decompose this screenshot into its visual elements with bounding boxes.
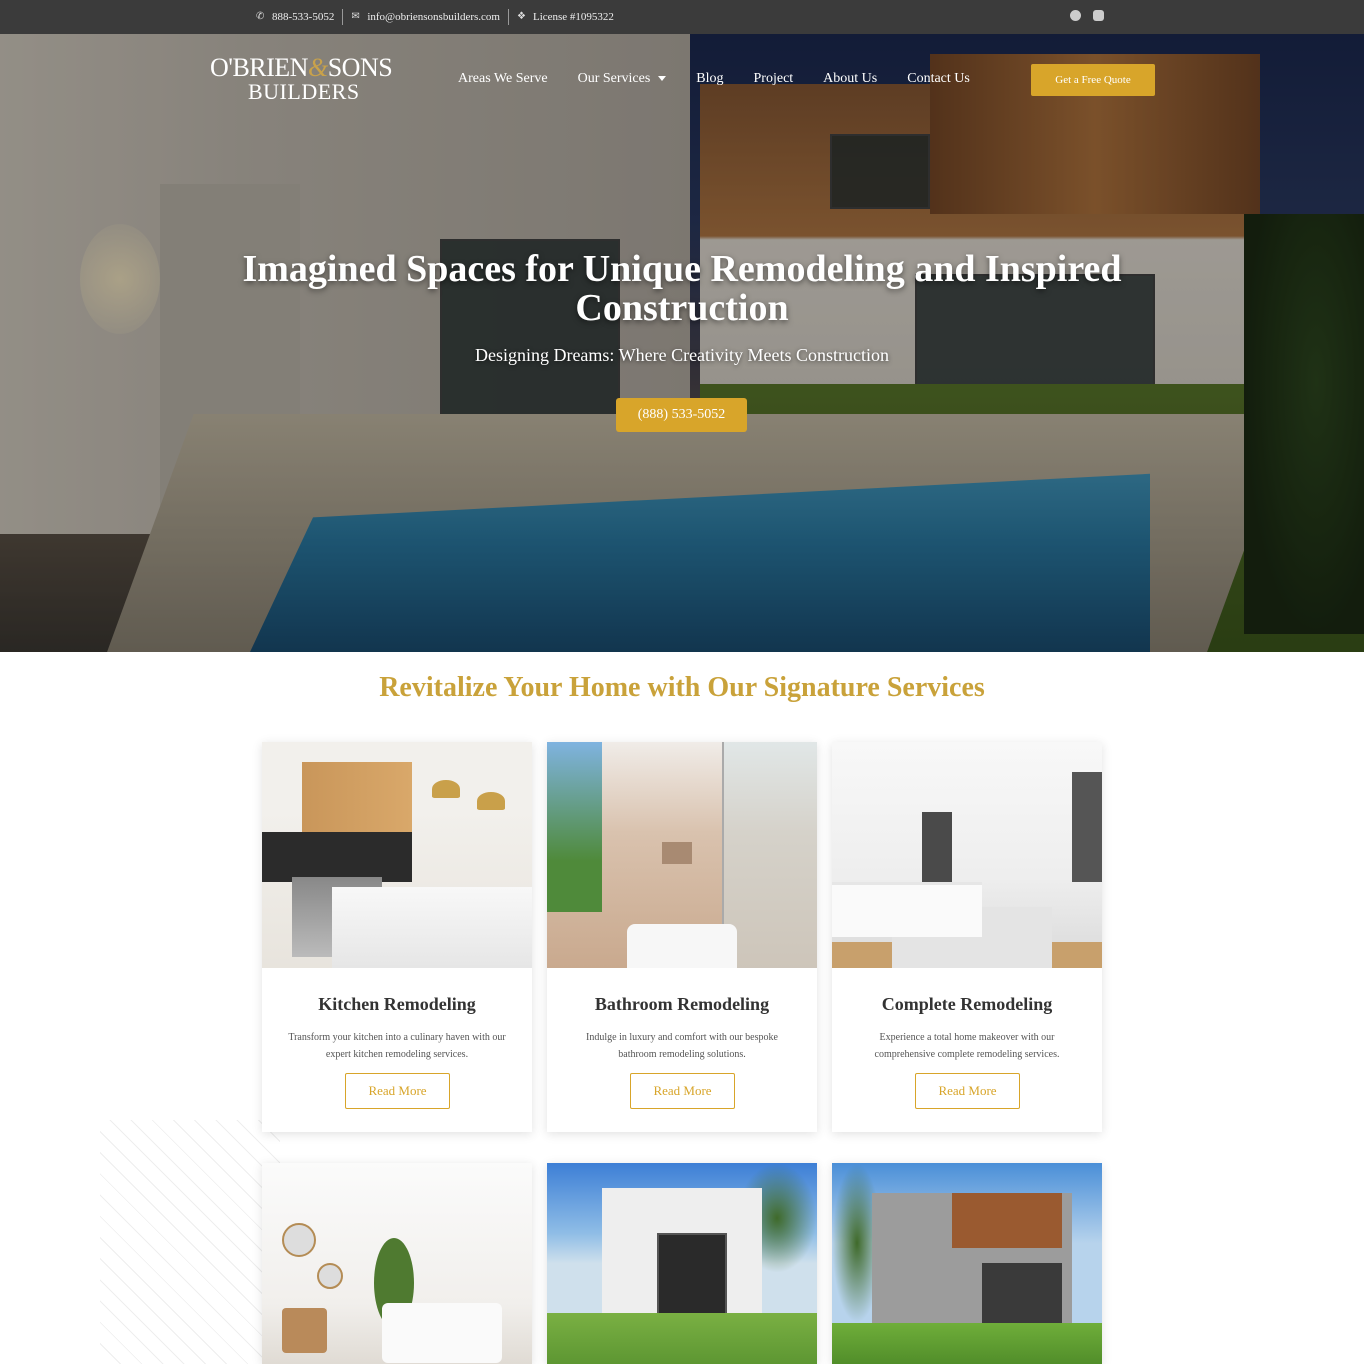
room-image-sofa bbox=[382, 1303, 502, 1363]
card-description: Indulge in luxury and comfort with our b… bbox=[586, 1032, 778, 1060]
room-image-mirror bbox=[317, 1263, 343, 1289]
divider bbox=[342, 9, 344, 25]
hero-phone-button[interactable]: (888) 533-5052 bbox=[616, 398, 747, 432]
logo-text-builders: BUILDERS bbox=[248, 79, 360, 104]
home-image-lawn bbox=[832, 1323, 1102, 1364]
kitchen-image-pendant-lamp bbox=[432, 780, 460, 798]
card-title: Kitchen Remodeling bbox=[318, 994, 476, 1014]
logo-line-1: O'BRIEN&SONS bbox=[210, 53, 393, 82]
logo-text-sons: SONS bbox=[327, 53, 393, 82]
social-links bbox=[1070, 10, 1104, 21]
license-text: License #1095322 bbox=[532, 11, 614, 23]
kitchen-image-backsplash bbox=[262, 832, 412, 882]
instagram-icon[interactable] bbox=[1093, 10, 1104, 21]
phone-icon: ✆ bbox=[256, 11, 265, 22]
card-title: Complete Remodeling bbox=[881, 994, 1053, 1014]
badge-icon: ❖ bbox=[516, 11, 526, 22]
phone-text: 888-533-5052 bbox=[272, 11, 335, 23]
logo-ampersand: & bbox=[307, 53, 328, 82]
bathroom-image-window bbox=[547, 742, 602, 912]
main-nav: Areas We Serve Our Services Blog Project… bbox=[458, 68, 970, 90]
home-exterior-image bbox=[832, 1163, 1102, 1364]
nav-areas-we-serve[interactable]: Areas We Serve bbox=[458, 71, 548, 87]
email-link[interactable]: ✉ info@obriensonsbuilders.com bbox=[351, 11, 500, 23]
service-card-kitchen: Kitchen Remodeling Transform your kitche… bbox=[262, 742, 532, 1132]
home-image-wood-panel bbox=[952, 1193, 1062, 1248]
living-image-fireplace-wall bbox=[1072, 772, 1102, 882]
card-description: Experience a total home makeover with ou… bbox=[874, 1032, 1060, 1060]
service-card bbox=[547, 1163, 817, 1364]
services-heading: Revitalize Your Home with Our Signature … bbox=[379, 672, 985, 703]
nav-project[interactable]: Project bbox=[754, 71, 794, 87]
read-more-button[interactable]: Read More bbox=[345, 1073, 450, 1109]
license-info: ❖ License #1095322 bbox=[517, 11, 614, 23]
service-card-bathroom: Bathroom Remodeling Indulge in luxury an… bbox=[547, 742, 817, 1132]
service-card bbox=[832, 1163, 1102, 1364]
room-image-chair bbox=[282, 1308, 327, 1353]
chevron-down-icon bbox=[658, 76, 667, 82]
email-text: info@obriensonsbuilders.com bbox=[367, 11, 500, 23]
hero-title: Imagined Spaces for Unique Remodeling an… bbox=[242, 248, 1122, 329]
nav-our-services-label: Our Services bbox=[577, 71, 651, 86]
nav-our-services[interactable]: Our Services bbox=[578, 71, 667, 87]
kitchen-image bbox=[262, 742, 532, 968]
facebook-icon[interactable] bbox=[1070, 10, 1081, 21]
kitchen-image-pendant-lamp bbox=[477, 792, 505, 810]
living-room-image bbox=[832, 742, 1102, 968]
logo[interactable]: O'BRIEN&SONS BUILDERS bbox=[210, 53, 393, 105]
room-image-mirror bbox=[282, 1223, 316, 1257]
nav-contact-us[interactable]: Contact Us bbox=[907, 71, 970, 87]
divider bbox=[507, 9, 509, 25]
read-more-button[interactable]: Read More bbox=[630, 1073, 735, 1109]
living-image-sofa bbox=[832, 882, 982, 937]
adu-image-door bbox=[657, 1233, 727, 1318]
envelope-icon: ✉ bbox=[351, 11, 360, 22]
kitchen-image-island bbox=[332, 887, 532, 968]
interior-room-image bbox=[262, 1163, 532, 1364]
top-contact-bar: ✆ 888-533-5052 ✉ info@obriensonsbuilders… bbox=[0, 0, 1364, 34]
bathroom-image bbox=[547, 742, 817, 968]
phone-link[interactable]: ✆ 888-533-5052 bbox=[256, 11, 334, 23]
living-image-dark-wall bbox=[922, 812, 952, 882]
nav-about-us[interactable]: About Us bbox=[823, 71, 877, 87]
read-more-button[interactable]: Read More bbox=[915, 1073, 1020, 1109]
free-quote-button[interactable]: Get a Free Quote bbox=[1031, 64, 1155, 96]
adu-exterior-image bbox=[547, 1163, 817, 1364]
logo-text-obrien: O'BRIEN bbox=[210, 53, 308, 82]
adu-image-lawn bbox=[547, 1313, 817, 1364]
hero-section bbox=[0, 34, 1364, 652]
card-description: Transform your kitchen into a culinary h… bbox=[288, 1032, 506, 1060]
hero-subtitle: Designing Dreams: Where Creativity Meets… bbox=[474, 345, 890, 365]
contact-info: ✆ 888-533-5052 ✉ info@obriensonsbuilders… bbox=[256, 0, 614, 34]
service-card-complete: Complete Remodeling Experience a total h… bbox=[832, 742, 1102, 1132]
card-title: Bathroom Remodeling bbox=[594, 994, 770, 1014]
bathroom-image-tub bbox=[627, 924, 737, 968]
bathroom-image-niche bbox=[662, 842, 692, 864]
nav-blog[interactable]: Blog bbox=[696, 71, 723, 87]
service-card bbox=[262, 1163, 532, 1364]
hero-overlay bbox=[0, 34, 1364, 652]
decorative-blueprint bbox=[100, 1120, 280, 1364]
